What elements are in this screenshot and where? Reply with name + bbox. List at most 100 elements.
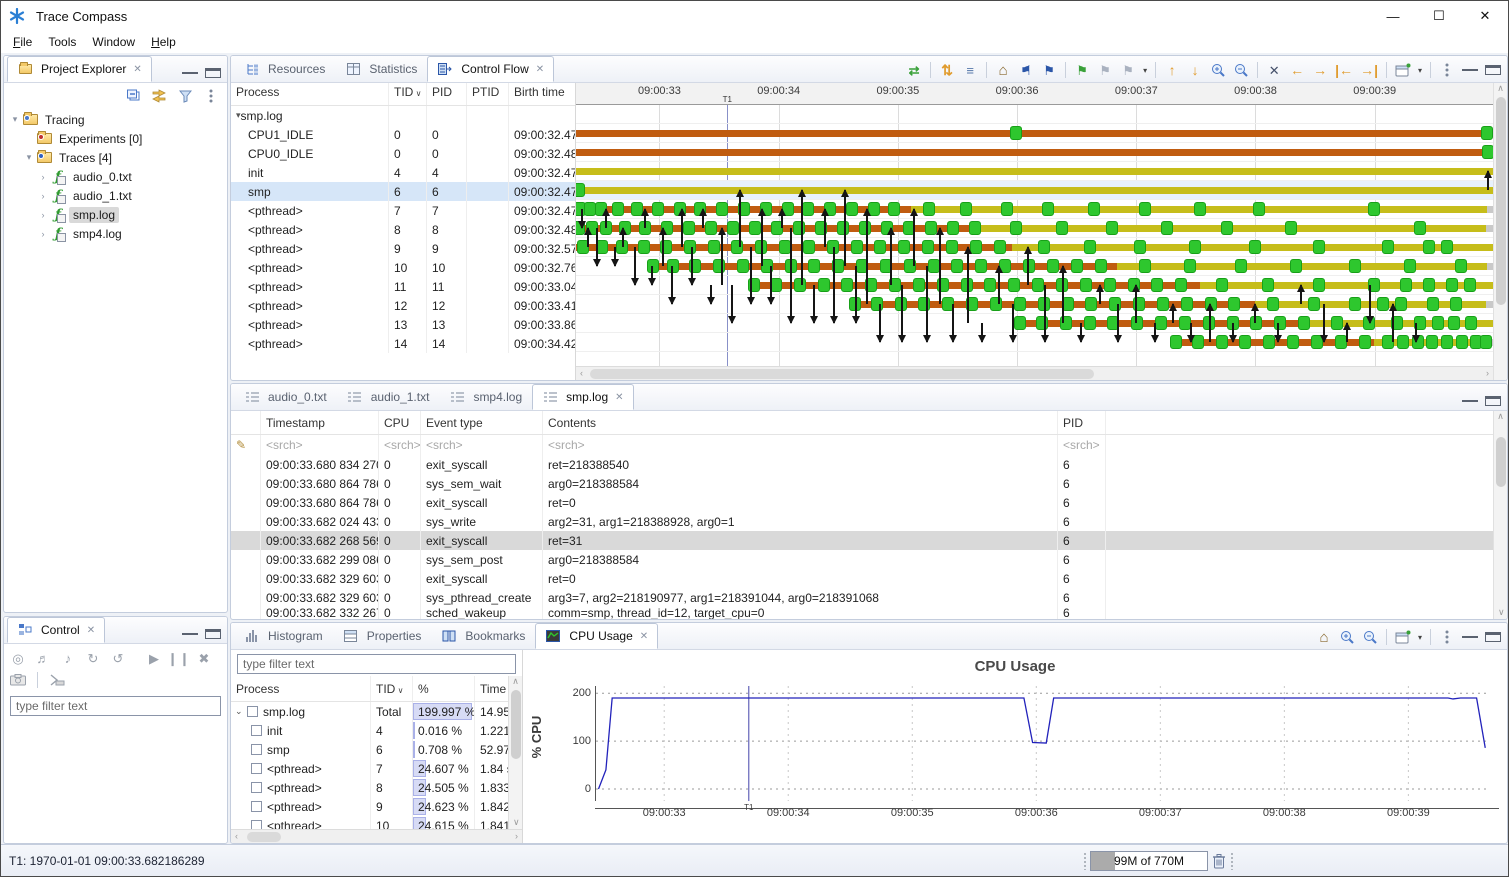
first-event-icon[interactable]: |← [1335, 62, 1353, 78]
running-state-marker[interactable] [779, 240, 791, 254]
running-state-marker[interactable] [984, 278, 996, 292]
running-state-marker[interactable] [1249, 240, 1261, 254]
running-state-marker[interactable] [1349, 297, 1361, 311]
running-state-marker[interactable] [951, 259, 963, 273]
snapshot-icon[interactable] [10, 672, 26, 688]
running-state-marker[interactable] [584, 202, 596, 216]
tab-control[interactable]: Control ✕ [7, 617, 105, 643]
tree-item-experiments-0-[interactable]: Experiments [0] [4, 129, 227, 148]
event-row[interactable]: 09:00:33.682 329 6030sys_pthread_createa… [231, 588, 1493, 607]
expander-icon[interactable]: › [36, 229, 50, 239]
running-state-marker[interactable] [1313, 240, 1325, 254]
tab-audio_0-txt[interactable]: audio_0.txt [234, 384, 337, 410]
table-row[interactable]: <pthread>7709:00:32.4788 [231, 201, 575, 220]
table-row[interactable]: <pthread>101009:00:32.7662 [231, 258, 575, 277]
vertical-scrollbar[interactable]: ∧∨ [1493, 411, 1507, 619]
expander-icon[interactable]: ▾ [22, 152, 36, 163]
new-session-icon[interactable]: ♬ [35, 650, 51, 666]
garbage-collect-icon[interactable] [1211, 853, 1227, 869]
expander-icon[interactable]: › [36, 191, 50, 201]
search-hint[interactable]: <srch> [261, 435, 379, 455]
close-tab-icon[interactable]: ✕ [615, 392, 623, 403]
running-state-marker[interactable] [794, 278, 806, 292]
running-state-marker[interactable] [1331, 316, 1343, 330]
cpu-table-row[interactable]: <pthread>724.607 %1.84 s [231, 759, 508, 778]
running-state-marker[interactable] [1010, 221, 1022, 235]
running-state-marker[interactable] [1287, 335, 1299, 349]
column-header-contents[interactable]: Contents [543, 411, 1058, 434]
column-header-tid[interactable]: TID ∨ [371, 676, 413, 701]
search-hint[interactable]: <srch> [543, 435, 1058, 455]
state-segment-olive[interactable] [576, 187, 1493, 194]
cpu-table-row[interactable]: <pthread>924.623 %1.842 s [231, 797, 508, 816]
running-state-marker[interactable] [1395, 297, 1407, 311]
running-state-marker[interactable] [1235, 259, 1247, 273]
running-state-marker[interactable] [1335, 335, 1347, 349]
collapse-all-icon[interactable] [125, 88, 141, 104]
running-state-marker[interactable] [612, 202, 624, 216]
running-state-marker[interactable] [928, 259, 940, 273]
maximize-view-icon[interactable] [1485, 65, 1501, 75]
running-state-marker[interactable] [1056, 221, 1068, 235]
running-state-marker[interactable] [576, 183, 585, 197]
running-state-marker[interactable] [1290, 259, 1302, 273]
row-checkbox[interactable] [247, 706, 258, 717]
play-icon[interactable]: ▶ [146, 650, 162, 666]
search-hint[interactable]: <srch> [421, 435, 543, 455]
filter-icon[interactable] [177, 88, 193, 104]
running-state-marker[interactable] [1184, 259, 1196, 273]
align-views-icon[interactable]: ⇅ [939, 62, 955, 78]
event-row[interactable]: 09:00:33.680 834 2700exit_syscallret=218… [231, 455, 1493, 474]
running-state-marker[interactable] [874, 240, 886, 254]
pause-icon[interactable]: ❙❙ [171, 650, 187, 666]
running-state-marker[interactable] [1397, 335, 1409, 349]
running-state-marker[interactable] [898, 240, 910, 254]
row-checkbox[interactable] [251, 725, 262, 736]
vertical-scrollbar[interactable]: ∧ [1493, 83, 1507, 380]
table-row[interactable]: <pthread>121209:00:33.4134 [231, 296, 575, 315]
cpu-table-row[interactable]: <pthread>824.505 %1.833 s [231, 778, 508, 797]
minimize-view-icon[interactable] [182, 69, 198, 74]
table-row[interactable]: <pthread>131309:00:33.8687 [231, 315, 575, 334]
gantt-row[interactable] [576, 333, 1493, 352]
time-axis[interactable]: 09:00:3309:00:3409:00:3509:00:3609:00:37… [576, 83, 1493, 105]
running-state-marker[interactable] [1308, 297, 1320, 311]
running-state-marker[interactable] [1179, 316, 1191, 330]
gantt-row[interactable] [576, 257, 1493, 276]
maximize-view-icon[interactable] [1485, 396, 1501, 406]
tree-item-audio_0-txt[interactable]: ›ƒaudio_0.txt [4, 167, 227, 186]
scroll-right-icon[interactable]: › [1486, 368, 1489, 378]
drag-handle[interactable] [1230, 852, 1234, 870]
running-state-marker[interactable] [1359, 335, 1371, 349]
gantt-row[interactable] [576, 276, 1493, 295]
minimize-view-icon[interactable] [182, 630, 198, 635]
running-state-marker[interactable] [1157, 297, 1169, 311]
optimize-icon[interactable]: ⇄ [906, 62, 922, 78]
previous-window-icon[interactable]: ⚑ [1018, 62, 1034, 78]
view-menu-icon[interactable] [1439, 629, 1455, 645]
state-segment-orange[interactable] [576, 149, 1493, 156]
event-row[interactable]: 09:00:33.682 299 0860sys_sem_postarg0=21… [231, 550, 1493, 569]
next-window-icon[interactable]: ⚑ [1041, 62, 1057, 78]
running-state-marker[interactable] [1480, 335, 1492, 349]
event-row[interactable]: 09:00:33.682 329 6030exit_syscallret=06 [231, 569, 1493, 588]
minimize-view-icon[interactable] [1462, 633, 1478, 638]
table-row[interactable]: CPU1_IDLE0009:00:32.4789 [231, 125, 575, 144]
previous-bookmark-icon[interactable]: ⚑ [1097, 62, 1113, 78]
running-state-marker[interactable] [1313, 278, 1325, 292]
column-header-pid[interactable]: PID [427, 83, 467, 105]
tab-statistics[interactable]: Statistics [335, 56, 427, 82]
add-bookmark-icon[interactable]: ⚑ [1074, 62, 1090, 78]
show-view-filters-icon[interactable] [1395, 629, 1411, 645]
search-row[interactable]: ✎<srch><srch><srch><srch><srch> [231, 435, 1493, 455]
running-state-marker[interactable] [1080, 278, 1092, 292]
tree-item-tracing[interactable]: ▾Tracing [4, 110, 227, 129]
state-segment-gray[interactable] [1486, 301, 1493, 308]
table-row[interactable]: <pthread>141409:00:34.4262 [231, 334, 575, 353]
scroll-right-icon[interactable]: › [515, 831, 518, 841]
row-checkbox[interactable] [251, 744, 262, 755]
row-checkbox[interactable] [251, 763, 262, 774]
running-state-marker[interactable] [1109, 297, 1121, 311]
running-state-marker[interactable] [1042, 202, 1054, 216]
expander-icon[interactable]: ▾ [8, 114, 22, 125]
